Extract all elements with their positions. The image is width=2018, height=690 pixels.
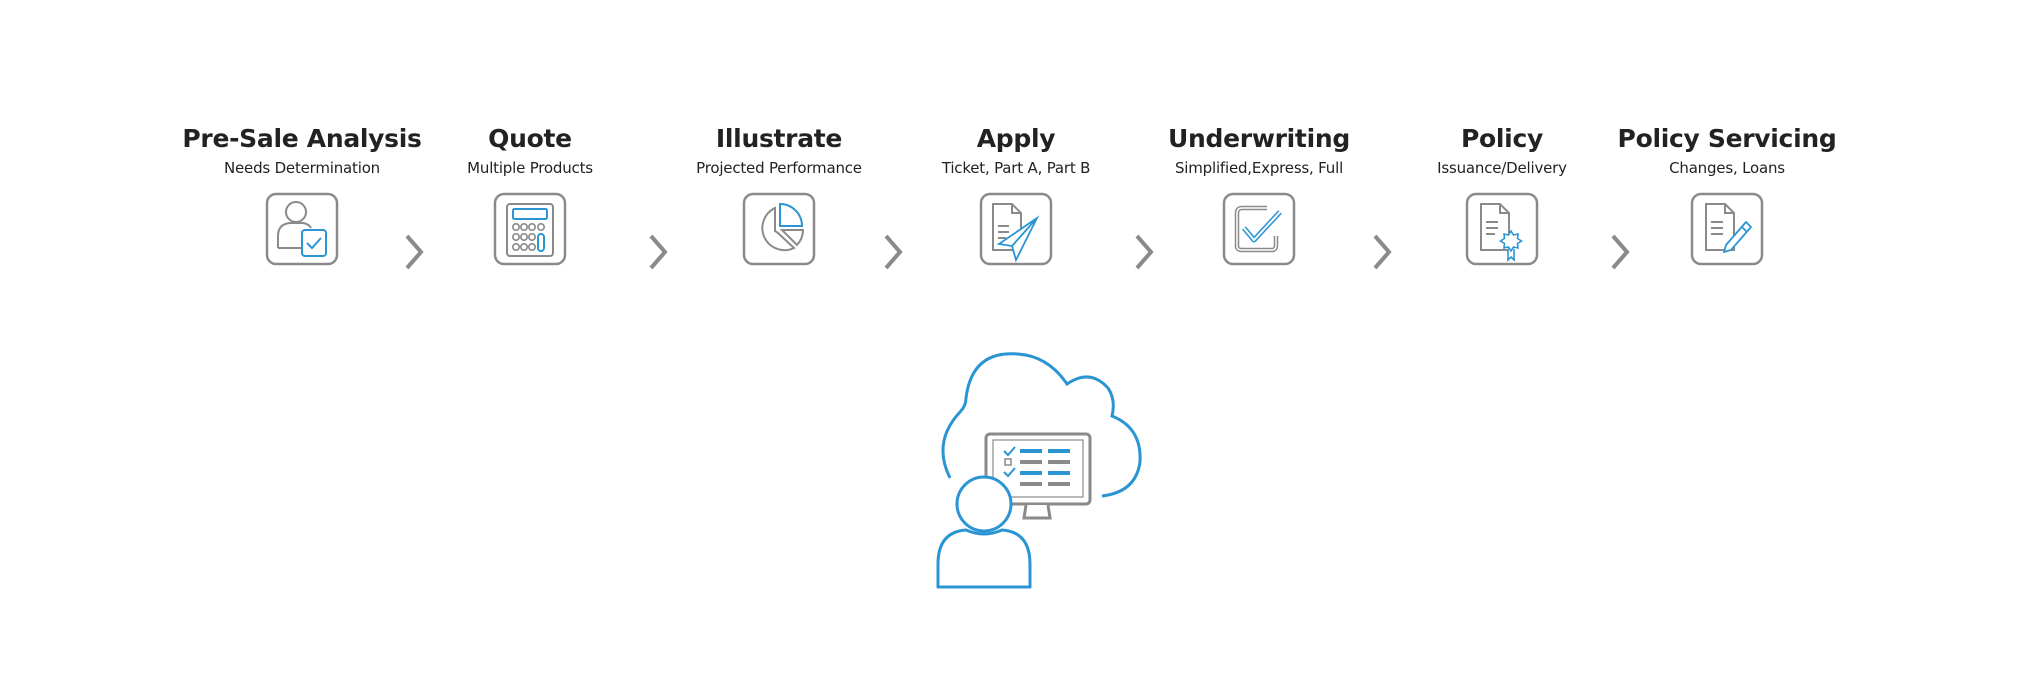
step-subtitle: Needs Determination: [224, 159, 380, 177]
step-illustrate: Illustrate Projected Performance: [659, 124, 899, 266]
step-apply: Apply Ticket, Part A, Part B: [896, 124, 1136, 266]
step-subtitle: Projected Performance: [696, 159, 862, 177]
document-edit-icon: [1690, 192, 1764, 266]
step-title: Apply: [976, 124, 1056, 153]
step-pre-sale-analysis: Pre-Sale Analysis Needs Determination: [182, 124, 422, 266]
step-subtitle: Issuance/Delivery: [1437, 159, 1567, 177]
user-check-icon: [265, 192, 339, 266]
step-title: Quote: [488, 124, 572, 153]
certificate-icon: [1465, 192, 1539, 266]
step-subtitle: Multiple Products: [467, 159, 593, 177]
calculator-icon: [493, 192, 567, 266]
step-title: Policy: [1461, 124, 1543, 153]
document-send-icon: [979, 192, 1053, 266]
step-policy-servicing: Policy Servicing Changes, Loans: [1607, 124, 1847, 266]
step-title: Policy Servicing: [1617, 124, 1837, 153]
step-underwriting: Underwriting Simplified,Express, Full: [1139, 124, 1379, 266]
cloud-user-monitor-icon: [936, 352, 1142, 589]
step-quote: Quote Multiple Products: [410, 124, 650, 266]
checkbox-icon: [1222, 192, 1296, 266]
step-title: Underwriting: [1168, 124, 1350, 153]
step-subtitle: Changes, Loans: [1669, 159, 1785, 177]
step-title: Pre-Sale Analysis: [182, 124, 422, 153]
step-title: Illustrate: [715, 124, 843, 153]
pie-chart-icon: [742, 192, 816, 266]
step-subtitle: Simplified,Express, Full: [1174, 159, 1344, 177]
step-subtitle: Ticket, Part A, Part B: [941, 159, 1091, 177]
step-policy: Policy Issuance/Delivery: [1382, 124, 1622, 266]
